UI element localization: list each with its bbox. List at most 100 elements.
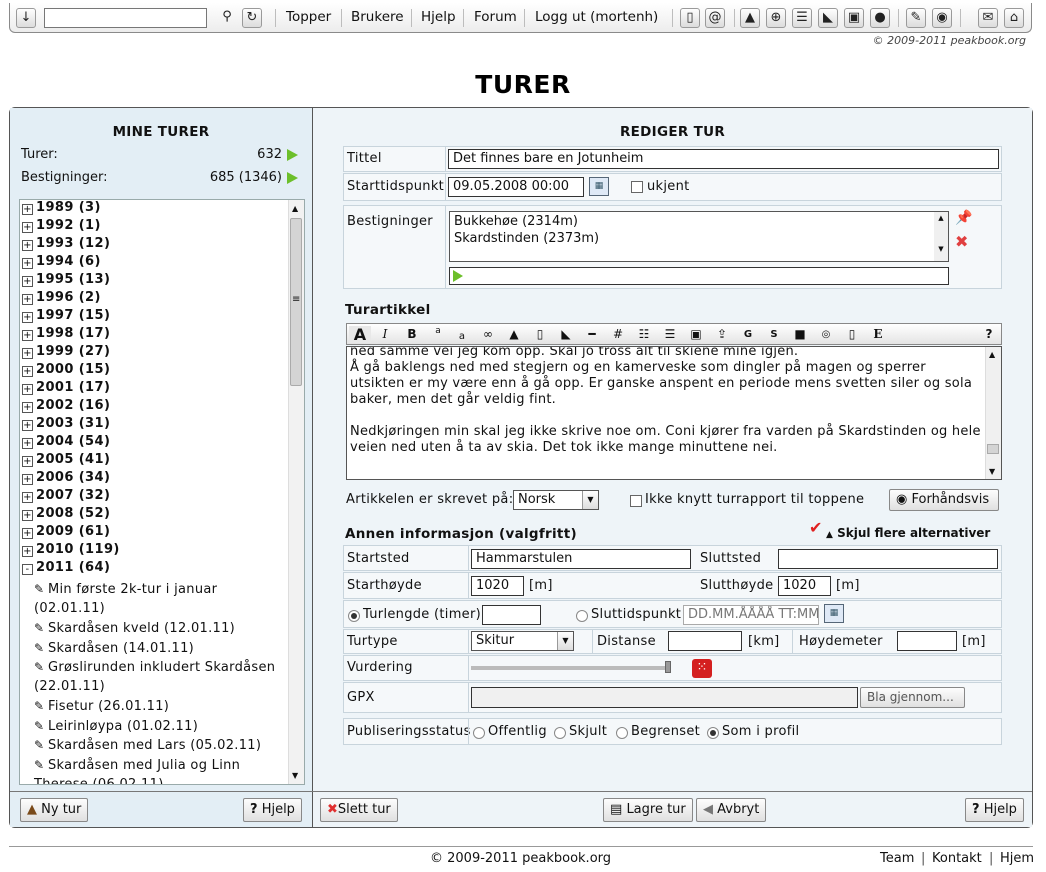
expand-icon[interactable]: + [22, 384, 33, 395]
expand-icon[interactable]: + [22, 456, 33, 467]
language-select[interactable]: Norsk ▼ [513, 490, 599, 510]
boot-icon[interactable]: ◣ [555, 326, 577, 343]
expand-icon[interactable]: + [22, 546, 33, 557]
tree-year-item[interactable]: +1997 (15) [22, 308, 110, 323]
start-place-input[interactable]: Hammarstulen [471, 549, 691, 569]
publish-hidden-radio[interactable] [554, 727, 566, 739]
expand-icon[interactable]: + [22, 366, 33, 377]
italic-icon[interactable]: I [374, 326, 396, 343]
expand-icon[interactable]: + [22, 222, 33, 233]
expand-icon[interactable]: + [22, 258, 33, 269]
end-time-input[interactable]: DD.MM.ÅÅÅÅ TT:MM [683, 605, 819, 625]
pushpin-icon[interactable]: 📌 [955, 210, 972, 226]
tree-year-item[interactable]: +1995 (13) [22, 272, 110, 287]
block-icon[interactable]: ■ [789, 326, 811, 343]
publish-profile-radio[interactable] [707, 727, 719, 739]
editor-scrollbar[interactable]: ▲ ▼ [985, 347, 1001, 479]
expand-icon[interactable]: + [22, 402, 33, 413]
start-time-input[interactable]: 09.05.2008 00:00 [448, 177, 584, 197]
tree-year-item[interactable]: -2011 (64) [22, 560, 110, 575]
brukere-link[interactable]: Brukere [351, 9, 404, 25]
book-icon[interactable]: ▯ [680, 8, 700, 28]
logout-link[interactable]: Logg ut (mortenh) [535, 9, 658, 25]
tree-year-item[interactable]: +2005 (41) [22, 452, 110, 467]
tree-year-item[interactable]: +1999 (27) [22, 344, 110, 359]
trips-arrow-icon[interactable] [287, 149, 298, 161]
tree-year-item[interactable]: +2008 (52) [22, 506, 110, 521]
collapse-icon[interactable]: - [22, 564, 33, 575]
expand-icon[interactable]: + [22, 276, 33, 287]
footer-team-link[interactable]: Team [880, 851, 914, 866]
tree-year-item[interactable]: +2009 (61) [22, 524, 110, 539]
footer-contact-link[interactable]: Kontakt [932, 851, 982, 866]
expand-icon[interactable]: + [22, 348, 33, 359]
topper-link[interactable]: Topper [286, 9, 331, 25]
tree-year-item[interactable]: +1994 (6) [22, 254, 101, 269]
title-input[interactable]: Det finnes bare en Jotunheim [448, 149, 999, 169]
ascents-arrow-icon[interactable] [287, 172, 298, 184]
tree-year-item[interactable]: +1998 (17) [22, 326, 110, 341]
tree-trip-item[interactable]: ✎ Skardåsen med Lars (05.02.11) [34, 736, 284, 755]
globe-icon[interactable]: ◉ [932, 8, 952, 28]
rating-slider-track[interactable] [471, 666, 671, 670]
link-icon[interactable]: ∞ [477, 326, 499, 343]
delete-trip-button[interactable]: ✖Slett tur [320, 798, 398, 822]
hide-more-link[interactable]: ▲ Skjul flere alternativer [826, 526, 990, 540]
publish-limited-radio[interactable] [616, 727, 628, 739]
end-place-input[interactable] [778, 549, 998, 569]
home-icon[interactable]: ⌂ [1004, 8, 1024, 28]
email-at-icon[interactable]: @ [705, 8, 725, 28]
publish-public-radio[interactable] [473, 727, 485, 739]
right-help-button[interactable]: ? Hjelp [965, 798, 1024, 822]
image-icon[interactable]: ▣ [685, 326, 707, 343]
g-icon[interactable]: G [737, 326, 759, 343]
tree-year-item[interactable]: +1989 (3) [22, 200, 101, 215]
boot-icon[interactable]: ◣ [818, 8, 838, 28]
mail-icon[interactable]: ✉ [978, 8, 998, 28]
tree-year-item[interactable]: +1993 (12) [22, 236, 110, 251]
preview-button[interactable]: ◉ Forhåndsvis [889, 489, 999, 511]
bold-icon[interactable]: B [401, 326, 423, 343]
new-trip-button[interactable]: ▲ Ny tur [20, 798, 89, 822]
expand-icon[interactable]: + [22, 240, 33, 251]
tree-year-item[interactable]: +2007 (32) [22, 488, 110, 503]
add-icon[interactable]: ⊕ [766, 8, 786, 28]
expand-icon[interactable]: + [22, 312, 33, 323]
expand-icon[interactable]: + [22, 492, 33, 503]
cancel-button[interactable]: ◀ Avbryt [696, 798, 767, 822]
speech-bubble-icon[interactable]: ● [870, 8, 890, 28]
s-icon[interactable]: S [763, 326, 785, 343]
tree-year-item[interactable]: +1996 (2) [22, 290, 101, 305]
search-icon[interactable]: ⚲ [217, 8, 237, 28]
book-icon[interactable]: ▯ [529, 326, 551, 343]
tree-trip-item[interactable]: ✎ Min første 2k-tur i januar (02.01.11) [34, 580, 284, 618]
tree-year-item[interactable]: +2004 (54) [22, 434, 110, 449]
rating-slider-handle[interactable] [665, 661, 671, 673]
tree-year-item[interactable]: +1992 (1) [22, 218, 101, 233]
expand-icon[interactable]: + [22, 330, 33, 341]
tree-year-item[interactable]: +2006 (34) [22, 470, 110, 485]
embed-icon[interactable]: ◎ [815, 326, 837, 343]
footer-home-link[interactable]: Hjem [1000, 851, 1034, 866]
table-icon[interactable]: # [607, 326, 629, 343]
mountain-icon[interactable]: ▲ [503, 326, 525, 343]
ascents-list[interactable]: Bukkehøe (2314m) Skardstinden (2373m) ▲ ▼ [449, 211, 949, 262]
duration-radio[interactable] [348, 610, 360, 622]
article-editor[interactable]: ned samme vei jeg kom opp. Skal jo tross… [346, 346, 1002, 480]
expand-icon[interactable]: + [22, 528, 33, 539]
document-icon[interactable]: ▯ [841, 326, 863, 343]
tree-year-item[interactable]: +2010 (119) [22, 542, 120, 557]
forum-link[interactable]: Forum [474, 9, 517, 25]
hjelp-link[interactable]: Hjelp [421, 9, 456, 25]
no-link-checkbox[interactable] [630, 495, 642, 507]
calendar-icon[interactable]: ▦ [824, 604, 844, 623]
start-height-input[interactable]: 1020 [471, 576, 524, 596]
upload-icon[interactable]: ⇪ [711, 326, 733, 343]
subscript-icon[interactable]: a [451, 326, 473, 343]
list-icon[interactable]: ☰ [792, 8, 812, 28]
editor-help-icon[interactable]: ? [979, 326, 999, 343]
tree-year-item[interactable]: +2001 (17) [22, 380, 110, 395]
trip-type-select[interactable]: Skitur ▼ [471, 631, 574, 651]
tree-scrollbar[interactable]: ▲ ≡ ▼ [288, 200, 304, 784]
gpx-file-input[interactable] [471, 687, 858, 708]
